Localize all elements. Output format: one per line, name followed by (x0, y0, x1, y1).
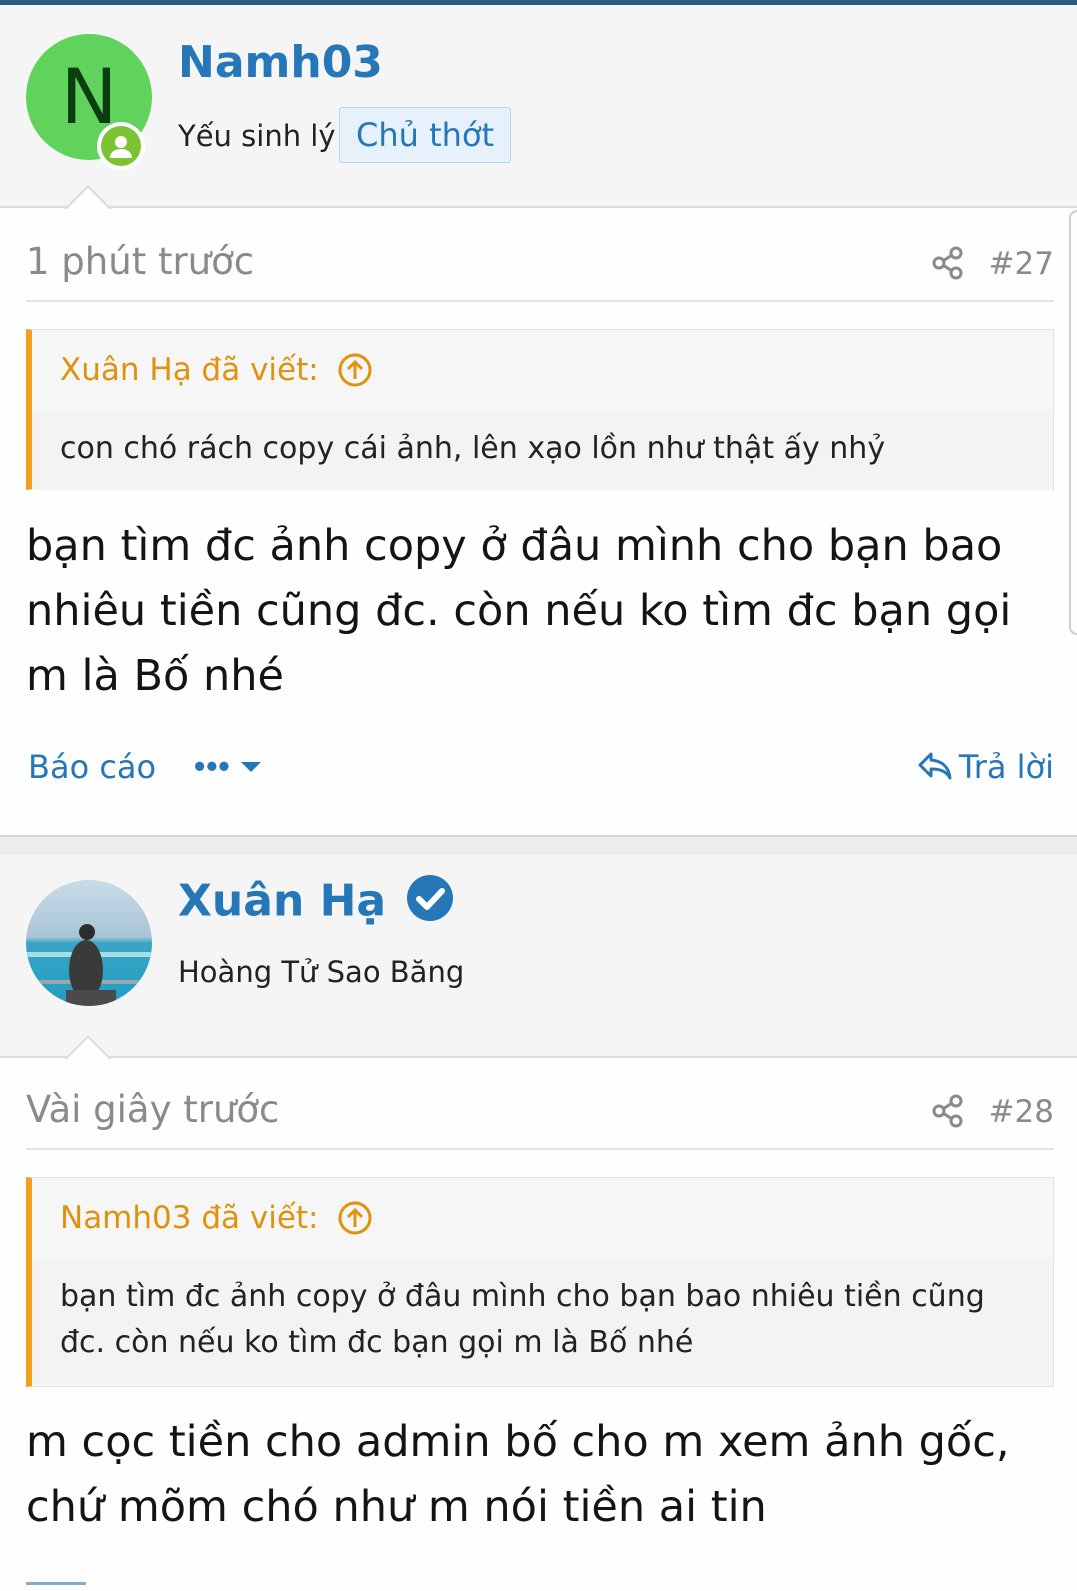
quote-author[interactable]: Namh03 đã viết: (60, 1200, 319, 1236)
quote-text: con chó rách copy cái ảnh, lên xạo lồn n… (32, 410, 1053, 490)
quote-text: bạn tìm đc ảnh copy ở đâu mình cho bạn b… (32, 1258, 1053, 1384)
user-online-icon (97, 122, 145, 170)
reply-button[interactable]: Trả lời (917, 748, 1054, 786)
reply-label: Trả lời (958, 748, 1054, 786)
share-icon[interactable] (932, 246, 964, 285)
chevron-down-icon (240, 761, 261, 772)
scroll-indicator (1069, 210, 1077, 635)
reply-icon (918, 752, 952, 780)
post-divider (0, 835, 1077, 855)
post-message: bạn tìm đc ảnh copy ở đâu mình cho bạn b… (26, 521, 1012, 701)
pointer-arrow (64, 1035, 112, 1060)
quote-header: Namh03 đã viết: (32, 1178, 1053, 1258)
thread-starter-badge: Chủ thớt (339, 107, 512, 163)
pointer-arrow (64, 185, 112, 210)
verified-icon (405, 873, 455, 934)
more-dots: ••• (194, 748, 231, 784)
post-user-header: Xuân Hạ Hoàng Tử Sao Băng (0, 855, 1077, 1058)
username[interactable]: Namh03 (178, 37, 383, 88)
quote-header: Xuân Hạ đã viết: (32, 330, 1053, 410)
share-icon[interactable] (932, 1094, 964, 1133)
jump-to-quote-icon[interactable] (337, 1200, 373, 1236)
avatar[interactable] (26, 880, 152, 1006)
next-actions-peek (26, 1582, 86, 1585)
report-link[interactable]: Báo cáo (28, 748, 156, 786)
jump-to-quote-icon[interactable] (337, 352, 373, 388)
quote-author[interactable]: Xuân Hạ đã viết: (60, 352, 319, 388)
post-number[interactable]: #27 (989, 246, 1054, 282)
post-meta: 1 phút trước #27 (26, 232, 1054, 302)
post-actions: Báo cáo ••• Trả lời (26, 748, 1054, 798)
post-meta: Vài giây trước #28 (26, 1080, 1054, 1150)
quote-block: Xuân Hạ đã viết: con chó rách copy cái ả… (26, 329, 1054, 490)
user-title: Yếu sinh lý (178, 119, 336, 153)
username[interactable]: Xuân Hạ (178, 873, 455, 934)
post-number[interactable]: #28 (989, 1094, 1054, 1130)
more-options-button[interactable]: ••• (194, 748, 263, 785)
post-user-header: N Namh03 Yếu sinh lý Chủ thớt (0, 5, 1077, 208)
quote-block: Namh03 đã viết: bạn tìm đc ảnh copy ở đâ… (26, 1177, 1054, 1387)
username-text: Xuân Hạ (178, 875, 387, 927)
post-time[interactable]: Vài giây trước (26, 1088, 279, 1131)
post-time[interactable]: 1 phút trước (26, 240, 254, 283)
post-message: m cọc tiền cho admin bố cho m xem ảnh gố… (26, 1417, 1010, 1532)
user-title: Hoàng Tử Sao Băng (178, 955, 465, 989)
